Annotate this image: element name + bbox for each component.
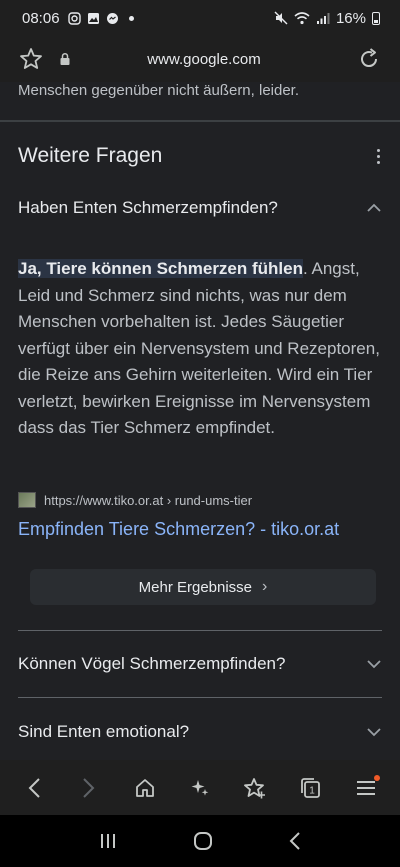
status-time: 08:06 — [22, 9, 60, 27]
question-label: Sind Enten emotional? — [18, 722, 190, 741]
notification-icons — [67, 11, 134, 25]
status-bar: 08:06 16% — [0, 0, 400, 36]
recent-apps-icon[interactable] — [98, 832, 118, 850]
tabs-button[interactable]: 1 — [296, 773, 326, 803]
more-results-button[interactable]: Mehr Ergebnisse › — [30, 569, 376, 605]
section-title: Weitere Fragen — [18, 144, 163, 167]
home-button[interactable] — [130, 773, 160, 803]
bookmarks-button[interactable] — [240, 773, 270, 803]
assistant-button[interactable] — [185, 773, 215, 803]
home-nav-icon[interactable] — [193, 831, 213, 851]
browser-address-bar: www.google.com — [0, 36, 400, 82]
forward-button[interactable] — [74, 773, 104, 803]
source-favicon — [18, 492, 36, 508]
question-item[interactable]: Können Vögel Schmerzempfinden? — [18, 654, 382, 674]
question-label: Haben Enten Schmerzempfinden? — [18, 198, 278, 217]
back-nav-icon[interactable] — [288, 831, 302, 851]
signal-icon — [316, 12, 330, 24]
back-button[interactable] — [19, 773, 49, 803]
chevron-down-icon — [367, 728, 381, 737]
chevron-up-icon — [367, 203, 381, 212]
chevron-right-icon: › — [262, 578, 268, 595]
reload-icon[interactable] — [356, 46, 382, 72]
source-url: https://www.tiko.or.at › rund-ums-tier — [44, 492, 253, 508]
notification-dot — [374, 774, 381, 781]
battery-icon — [372, 11, 380, 25]
system-navigation-bar — [0, 815, 400, 867]
instagram-icon — [67, 11, 81, 25]
forward-icon — [83, 777, 95, 798]
divider — [18, 697, 382, 698]
source-breadcrumb[interactable]: https://www.tiko.or.at › rund-ums-tier — [18, 492, 252, 508]
wifi-icon — [294, 11, 310, 24]
chevron-down-icon — [367, 660, 381, 669]
tabs-icon: 1 — [300, 777, 320, 798]
divider — [18, 630, 382, 631]
previous-snippet-text: Menschen gegenüber nicht äußern, leider. — [18, 82, 300, 99]
sparkle-icon — [191, 779, 209, 796]
answer-highlight: Ja, Tiere können Schmerzen fühlen — [18, 259, 303, 278]
question-item[interactable]: Sind Enten emotional? — [18, 722, 382, 742]
menu-button[interactable] — [351, 773, 381, 803]
messenger-icon — [106, 12, 118, 24]
more-notifications-dot — [128, 15, 134, 21]
tab-count: 1 — [309, 785, 315, 796]
source-title-link[interactable]: Empfinden Tiere Schmerzen? - tiko.or.at — [18, 519, 339, 540]
url-text[interactable]: www.google.com — [72, 51, 336, 68]
more-options-icon[interactable] — [370, 144, 386, 168]
mute-icon — [274, 11, 288, 25]
menu-icon — [357, 780, 376, 795]
battery-percent: 16% — [335, 9, 366, 27]
bookmark-star-icon — [244, 777, 266, 798]
back-icon — [28, 777, 40, 798]
answer-text: Ja, Tiere können Schmerzen fühlen. Angst… — [18, 256, 382, 442]
page-content: Menschen gegenüber nicht äußern, leider.… — [0, 82, 400, 760]
answer-body: . Angst, Leid und Schmerz sind nichts, w… — [18, 259, 380, 437]
section-divider — [0, 120, 400, 122]
gallery-icon — [87, 12, 99, 24]
home-icon — [135, 778, 154, 797]
question-item-expanded[interactable]: Haben Enten Schmerzempfinden? — [18, 198, 382, 218]
browser-toolbar: 1 — [0, 760, 400, 815]
more-results-label: Mehr Ergebnisse — [138, 578, 253, 596]
question-label: Können Vögel Schmerzempfinden? — [18, 654, 286, 673]
lock-icon[interactable] — [58, 52, 72, 66]
bookmark-star-icon[interactable] — [18, 46, 44, 72]
